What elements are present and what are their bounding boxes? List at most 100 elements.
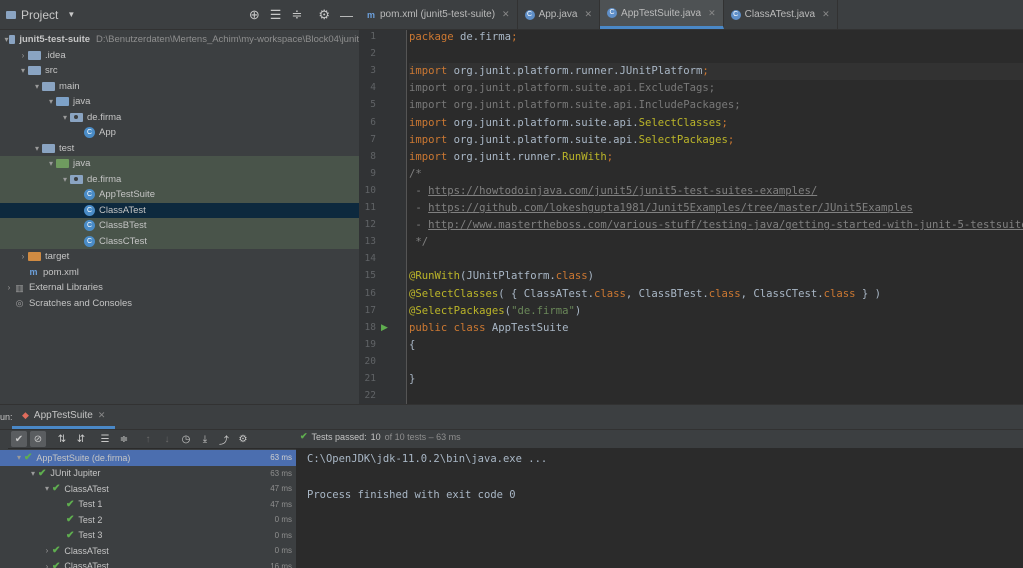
collapse-all-icon[interactable]: ≑ xyxy=(116,431,132,447)
close-icon[interactable]: ✕ xyxy=(98,410,106,421)
previous-failed-icon[interactable]: ↑ xyxy=(140,431,156,447)
console-output[interactable]: C:\OpenJDK\jdk-11.0.2\bin\java.exe ... Pr… xyxy=(297,449,1023,568)
check-icon: ✔ xyxy=(300,431,308,441)
test-node-label: Test 2 xyxy=(78,514,103,525)
tree-node[interactable]: ▾ main xyxy=(0,79,359,95)
chevron-right-icon[interactable]: › xyxy=(42,546,52,555)
tree-node[interactable]: C ClassCTest xyxy=(0,233,359,249)
test-node-label: Test 1 xyxy=(78,499,103,510)
editor-tab-label: AppTestSuite.java xyxy=(621,7,702,19)
code-token: import xyxy=(409,82,454,95)
editor-tab[interactable]: C ClassATest.java ✕ xyxy=(724,0,838,29)
export-icon[interactable]: ⤴ xyxy=(216,431,232,447)
code-token: , ClassCTest. xyxy=(740,287,824,300)
maven-icon: m xyxy=(29,267,38,278)
tree-node[interactable]: ▾ java xyxy=(0,94,359,110)
code-token: } ) xyxy=(855,287,881,300)
test-node[interactable]: › ✔ ClassATest 0 ms xyxy=(0,543,296,559)
tree-node[interactable]: ◎ Scratches and Consoles xyxy=(0,296,359,312)
tree-node[interactable]: ▾ junit5-test-suite D:\Benutzerdaten\Merte… xyxy=(0,32,359,48)
sort-duration-icon[interactable]: ⇵ xyxy=(73,431,89,447)
test-status-label: Tests passed: xyxy=(311,431,367,442)
chevron-down-icon[interactable]: ▾ xyxy=(18,66,28,75)
chevron-down-icon[interactable]: ▾ xyxy=(46,97,56,106)
show-passed-icon[interactable]: ✔ xyxy=(11,431,27,447)
code-token: - xyxy=(409,184,429,197)
check-icon: ✔ xyxy=(24,452,33,464)
history-icon[interactable]: ◷ xyxy=(178,431,194,447)
gear-icon[interactable]: ⚙ xyxy=(318,7,330,23)
code-token: @SelectClasses xyxy=(409,287,499,300)
tree-node[interactable]: ▾ de.firma xyxy=(0,171,359,187)
close-icon[interactable]: ✕ xyxy=(708,8,716,19)
code-token: ) xyxy=(574,304,582,317)
code-token: ; xyxy=(721,116,728,129)
check-icon: ✔ xyxy=(52,483,61,495)
code-line: { xyxy=(409,337,1023,354)
gear-icon[interactable]: ⚙ xyxy=(235,431,251,447)
test-node[interactable]: › ✔ ClassATest 16 ms xyxy=(0,559,296,568)
expand-all-icon[interactable]: ☰ xyxy=(270,7,282,23)
test-node[interactable]: ✔ Test 2 0 ms xyxy=(0,512,296,528)
test-node[interactable]: ▾ ✔ ClassATest 47 ms xyxy=(0,481,296,497)
test-node[interactable]: ✔ Test 1 47 ms xyxy=(0,497,296,513)
tree-node[interactable]: ▾ de.firma xyxy=(0,110,359,126)
chevron-right-icon[interactable]: › xyxy=(18,252,28,261)
chevron-right-icon[interactable]: › xyxy=(18,51,28,60)
chevron-down-icon[interactable]: ▾ xyxy=(14,453,24,462)
line-number: 5 xyxy=(370,99,376,111)
class-icon: C xyxy=(84,220,95,232)
tree-node[interactable]: C AppTestSuite xyxy=(0,187,359,203)
code-line: @RunWith(JUnitPlatform.class) xyxy=(409,268,1023,285)
close-icon[interactable]: ✕ xyxy=(502,9,510,20)
tree-node[interactable]: m pom.xml xyxy=(0,265,359,281)
collapse-all-icon[interactable]: ≑ xyxy=(291,7,302,23)
code-line: - http://www.mastertheboss.com/various-s… xyxy=(409,217,1023,234)
code-editor[interactable]: package de.firma; import org.junit.platfo… xyxy=(409,30,1023,404)
test-node[interactable]: ✔ Test 3 0 ms xyxy=(0,528,296,544)
project-view-selector[interactable]: Project ▼ xyxy=(6,8,75,22)
chevron-down-icon[interactable]: ▾ xyxy=(60,175,70,184)
chevron-down-icon[interactable]: ▾ xyxy=(46,159,56,168)
tree-node[interactable]: C ClassATest xyxy=(0,202,359,218)
chevron-down-icon[interactable]: ▾ xyxy=(28,469,38,478)
tree-node[interactable]: ▾ src xyxy=(0,63,359,79)
tree-node[interactable]: › target xyxy=(0,249,359,265)
editor-tab[interactable]: m pom.xml (junit5-test-suite) ✕ xyxy=(359,0,518,29)
code-line: } xyxy=(409,371,1023,388)
code-token: package xyxy=(409,31,461,43)
chevron-right-icon[interactable]: › xyxy=(42,562,52,568)
code-line: import org.junit.platform.suite.api.Incl… xyxy=(409,97,1023,114)
run-gutter-icon[interactable]: ▶ xyxy=(381,322,388,333)
show-ignored-icon[interactable]: ⊘ xyxy=(30,431,46,447)
test-folder-icon xyxy=(56,159,69,169)
class-icon: C xyxy=(730,9,741,20)
expand-all-icon[interactable]: ☰ xyxy=(97,431,113,447)
close-icon[interactable]: ✕ xyxy=(585,9,593,20)
tree-node-label: java xyxy=(73,158,91,170)
editor-tab[interactable]: C AppTestSuite.java ✕ xyxy=(600,0,724,29)
tree-node[interactable]: › ▥ External Libraries xyxy=(0,280,359,296)
tree-node[interactable]: › .idea xyxy=(0,48,359,64)
sort-alpha-icon[interactable]: ⇅ xyxy=(54,431,70,447)
test-duration: 47 ms xyxy=(270,499,292,509)
editor-tab[interactable]: C App.java ✕ xyxy=(518,0,601,29)
close-icon[interactable]: ✕ xyxy=(822,9,830,20)
tree-node-label: App xyxy=(99,127,116,139)
minimize-icon[interactable]: — xyxy=(340,8,353,23)
locate-icon[interactable]: ⊕ xyxy=(249,7,260,23)
test-node[interactable]: ▾ ✔ JUnit Jupiter 63 ms xyxy=(0,466,296,482)
run-tab[interactable]: ◆ AppTestSuite ✕ xyxy=(12,405,116,429)
next-failed-icon[interactable]: ↓ xyxy=(159,431,175,447)
import-icon[interactable]: ⤓ xyxy=(197,431,213,447)
tree-node[interactable]: ▾ java xyxy=(0,156,359,172)
tree-node[interactable]: C App xyxy=(0,125,359,141)
test-node[interactable]: ▾ ✔ AppTestSuite (de.firma) 63 ms xyxy=(0,450,296,466)
chevron-right-icon[interactable]: › xyxy=(4,283,14,292)
chevron-down-icon[interactable]: ▾ xyxy=(60,113,70,122)
tree-node[interactable]: ▾ test xyxy=(0,141,359,157)
chevron-down-icon[interactable]: ▾ xyxy=(32,82,42,91)
chevron-down-icon[interactable]: ▾ xyxy=(42,484,52,493)
tree-node[interactable]: C ClassBTest xyxy=(0,218,359,234)
chevron-down-icon[interactable]: ▾ xyxy=(32,144,42,153)
